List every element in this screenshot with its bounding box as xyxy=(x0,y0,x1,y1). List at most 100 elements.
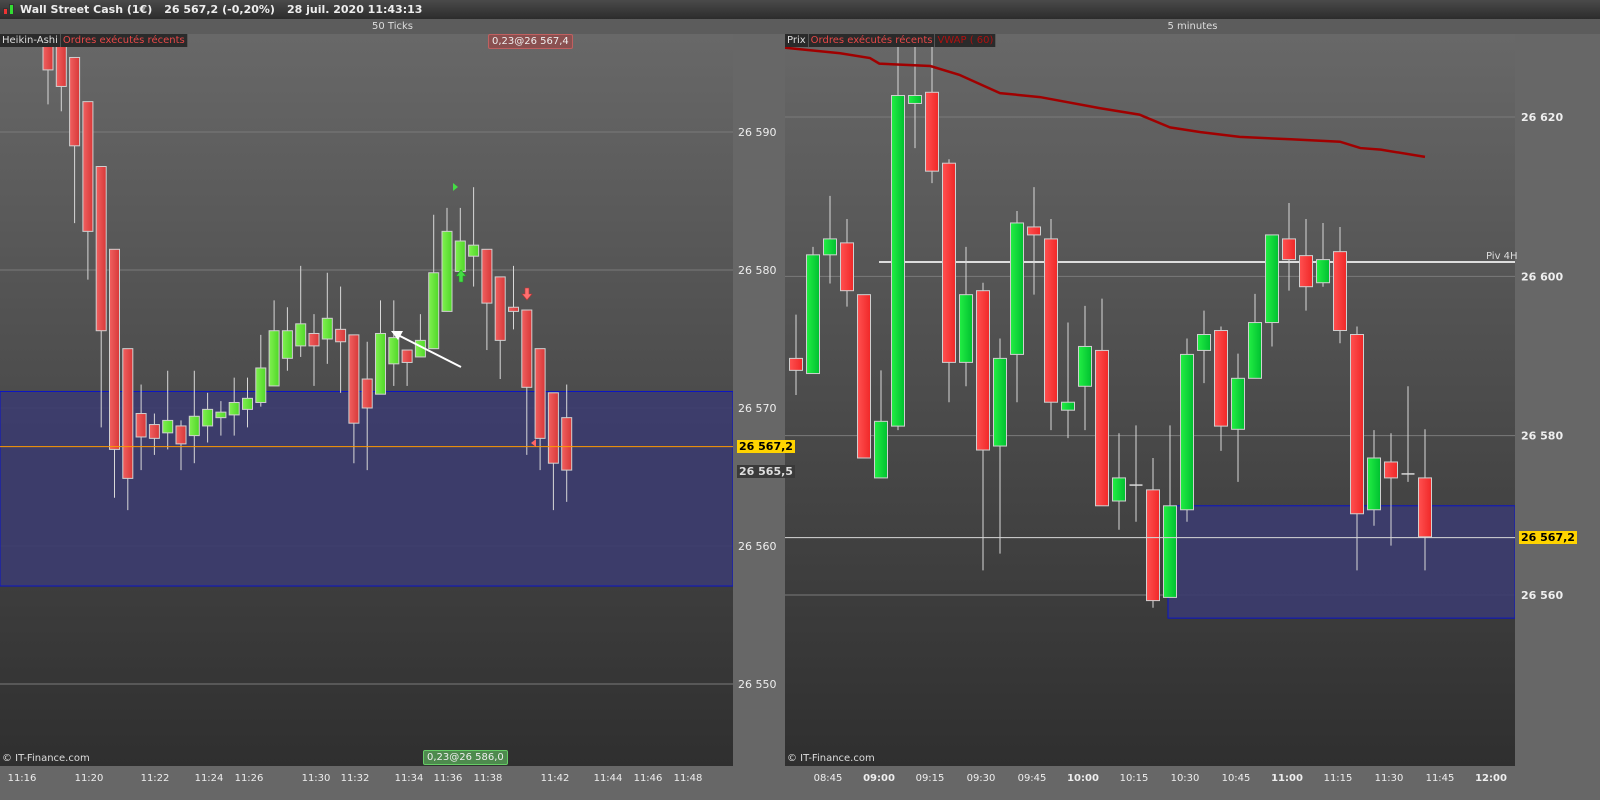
left-chart-plot[interactable] xyxy=(0,29,733,685)
tag-recent-orders[interactable]: Ordres exécutés récents xyxy=(808,34,936,47)
candle-body-down xyxy=(789,357,803,371)
candle[interactable] xyxy=(891,46,905,431)
candle[interactable] xyxy=(1265,234,1279,347)
candle[interactable] xyxy=(1044,218,1058,431)
candle[interactable] xyxy=(321,272,333,364)
candle[interactable] xyxy=(508,265,519,330)
candle-body-down xyxy=(135,413,147,438)
candle-body-up xyxy=(1265,234,1279,324)
candle-body-down xyxy=(481,248,493,304)
right-indicator-tags: Prix Ordres exécutés récents VWAP ( 60) xyxy=(785,34,997,47)
time-tick-label: 11:20 xyxy=(75,773,104,784)
order-label-top[interactable]: 0,23@26 567,4 xyxy=(488,34,573,49)
candle-body-down xyxy=(1146,489,1160,602)
price-tick-label: 26 620 xyxy=(1521,111,1563,124)
tag-price[interactable]: Prix xyxy=(785,34,809,47)
candle[interactable] xyxy=(441,207,453,312)
candle[interactable] xyxy=(308,314,320,386)
candle[interactable] xyxy=(1112,433,1126,530)
candle-body-down xyxy=(925,91,939,172)
candle[interactable] xyxy=(1316,222,1330,287)
price-zone[interactable] xyxy=(1167,505,1515,619)
candle[interactable] xyxy=(1231,353,1245,482)
candle-body-up xyxy=(295,323,307,347)
candle[interactable] xyxy=(1010,211,1024,403)
tag-recent-orders[interactable]: Ordres exécutés récents xyxy=(60,34,188,47)
candle[interactable] xyxy=(255,334,267,407)
candle[interactable] xyxy=(401,349,413,386)
candle-body-down xyxy=(534,348,546,439)
candle[interactable] xyxy=(1163,425,1177,598)
candle[interactable] xyxy=(806,246,820,375)
candle[interactable] xyxy=(1282,203,1296,291)
candle[interactable] xyxy=(1129,425,1143,522)
candle[interactable] xyxy=(1214,326,1228,451)
candle[interactable] xyxy=(375,300,386,395)
candle[interactable] xyxy=(959,246,973,387)
candle-body-down xyxy=(494,276,506,341)
candle[interactable] xyxy=(1146,457,1160,608)
candle[interactable] xyxy=(857,294,871,459)
candle-body-up xyxy=(468,244,480,257)
last-price-badge-right: 26 567,2 xyxy=(1519,531,1577,544)
candle[interactable] xyxy=(908,46,922,149)
candle[interactable] xyxy=(454,207,466,272)
candle-body-up xyxy=(428,272,440,350)
candle-body-up xyxy=(1061,401,1075,411)
time-tick-label: 10:00 xyxy=(1067,773,1099,784)
candle[interactable] xyxy=(993,338,1007,554)
candle[interactable] xyxy=(281,307,293,371)
candle[interactable] xyxy=(1061,322,1075,439)
candle[interactable] xyxy=(494,276,506,380)
candle[interactable] xyxy=(388,300,400,386)
candle[interactable] xyxy=(1197,310,1211,384)
watermark-right: © IT-Finance.com xyxy=(787,753,875,764)
candle[interactable] xyxy=(268,300,280,387)
candle-body-up xyxy=(993,357,1007,447)
candle[interactable] xyxy=(468,187,480,287)
time-tick-label: 11:34 xyxy=(395,773,424,784)
candle[interactable] xyxy=(1248,293,1262,379)
tag-vwap[interactable]: VWAP ( 60) xyxy=(935,34,997,47)
time-tick-label: 11:24 xyxy=(195,773,224,784)
candle[interactable] xyxy=(335,286,347,393)
candle[interactable] xyxy=(1299,218,1313,311)
candle[interactable] xyxy=(976,282,990,571)
candle-body-up xyxy=(268,330,280,387)
candle[interactable] xyxy=(295,265,307,357)
candle-body-up xyxy=(959,294,973,363)
candle[interactable] xyxy=(1180,338,1194,522)
candle-body-up xyxy=(202,408,214,427)
candle[interactable] xyxy=(840,218,854,307)
candle[interactable] xyxy=(1027,187,1041,295)
candle-body-up xyxy=(874,420,888,479)
candle[interactable] xyxy=(1333,226,1347,344)
candle-body-down xyxy=(1384,461,1398,479)
candle[interactable] xyxy=(1095,298,1109,507)
vwap-line[interactable] xyxy=(785,46,1426,159)
candle[interactable] xyxy=(1401,386,1415,482)
candle-body-down xyxy=(1418,477,1432,538)
candle[interactable] xyxy=(82,101,94,280)
right-chart-plot[interactable] xyxy=(785,46,1515,619)
candle[interactable] xyxy=(1078,305,1092,431)
candle[interactable] xyxy=(481,248,493,351)
candle-body-down xyxy=(82,101,94,232)
price-tick-label: 26 590 xyxy=(738,126,777,139)
candle[interactable] xyxy=(414,314,426,358)
candle[interactable] xyxy=(942,159,956,403)
candle[interactable] xyxy=(69,56,81,224)
order-label-bottom[interactable]: 0,23@26 586,0 xyxy=(423,750,508,765)
candle-body-down xyxy=(348,334,360,424)
candle[interactable] xyxy=(874,370,888,479)
candle-body-down xyxy=(1350,333,1364,515)
charts-overlay: 26 590 26 580 26 570 26 560 26 550 11:16 11:20… xyxy=(0,29,1563,784)
candle-body-up xyxy=(375,332,386,395)
candle[interactable] xyxy=(428,214,440,350)
candle[interactable] xyxy=(789,314,803,396)
time-tick-label: 11:16 xyxy=(8,773,37,784)
candle[interactable] xyxy=(95,166,107,428)
tag-heikin-ashi[interactable]: Heikin-Ashi xyxy=(0,34,61,47)
candle[interactable] xyxy=(823,195,837,284)
candle-body-up xyxy=(281,330,293,359)
